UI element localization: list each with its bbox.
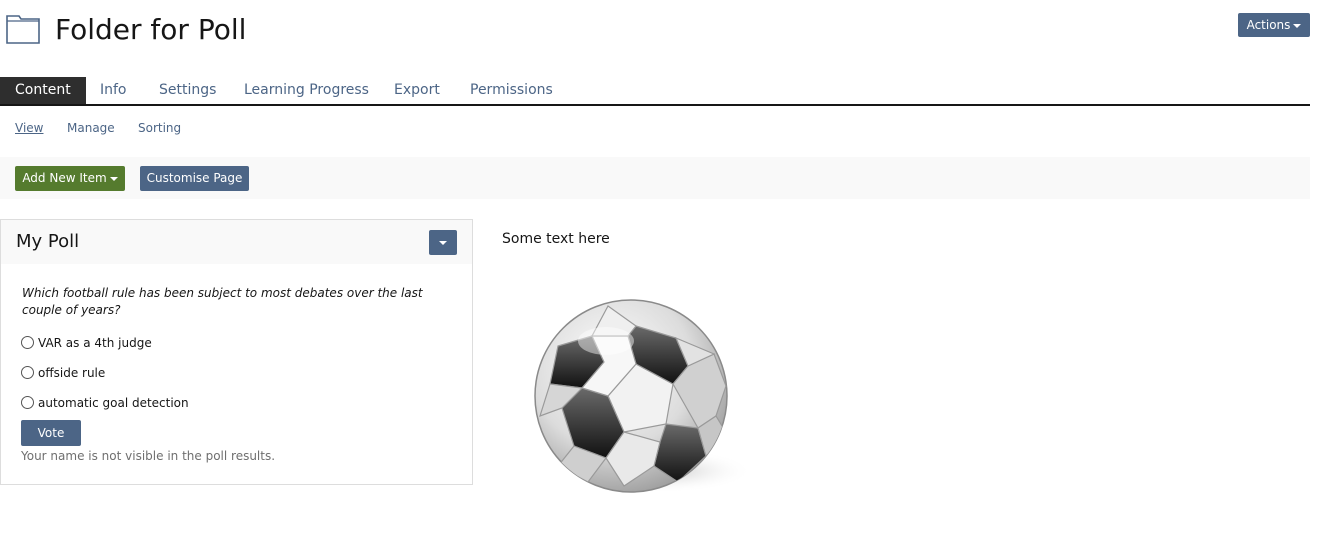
poll-option-goal-detection[interactable]: automatic goal detection <box>21 395 189 411</box>
subtab-manage[interactable]: Manage <box>67 120 115 136</box>
actions-label: Actions <box>1246 18 1291 32</box>
poll-panel: My Poll Which football rule has been sub… <box>0 219 473 485</box>
add-new-item-button[interactable]: Add New Item <box>15 166 125 191</box>
caret-down-icon <box>439 241 447 245</box>
poll-option-offside[interactable]: offside rule <box>21 365 105 381</box>
radio-button[interactable] <box>21 366 34 379</box>
poll-title: My Poll <box>16 231 80 252</box>
poll-option-var[interactable]: VAR as a 4th judge <box>21 335 152 351</box>
add-new-item-label: Add New Item <box>22 171 107 185</box>
vote-button[interactable]: Vote <box>21 420 81 446</box>
poll-privacy-note: Your name is not visible in the poll res… <box>21 449 276 463</box>
actions-button[interactable]: Actions <box>1238 13 1310 37</box>
poll-header: My Poll <box>1 220 472 264</box>
page-title: Folder for Poll <box>55 13 247 46</box>
poll-menu-button[interactable] <box>429 230 457 255</box>
tab-permissions[interactable]: Permissions <box>470 77 553 104</box>
tab-learning-progress[interactable]: Learning Progress <box>244 77 369 104</box>
subtab-view[interactable]: View <box>15 120 43 136</box>
tab-content[interactable]: Content <box>0 77 86 104</box>
content-text: Some text here <box>502 231 610 247</box>
subtab-sorting[interactable]: Sorting <box>138 120 181 136</box>
customise-page-button[interactable]: Customise Page <box>140 166 249 191</box>
poll-option-label: offside rule <box>38 366 106 380</box>
radio-button[interactable] <box>21 336 34 349</box>
radio-button[interactable] <box>21 396 34 409</box>
tab-info[interactable]: Info <box>100 77 127 104</box>
main-tabs: Content Info Settings Learning Progress … <box>0 77 1310 106</box>
tab-export[interactable]: Export <box>394 77 440 104</box>
caret-down-icon <box>1293 23 1302 28</box>
caret-down-icon <box>109 176 118 181</box>
poll-option-label: automatic goal detection <box>38 396 189 410</box>
toolbar: Add New Item Customise Page <box>0 157 1310 199</box>
poll-question: Which football rule has been subject to … <box>22 286 423 317</box>
soccer-ball-image <box>534 299 753 493</box>
folder-icon <box>6 15 40 44</box>
tab-settings[interactable]: Settings <box>159 77 216 104</box>
poll-option-label: VAR as a 4th judge <box>38 336 152 350</box>
